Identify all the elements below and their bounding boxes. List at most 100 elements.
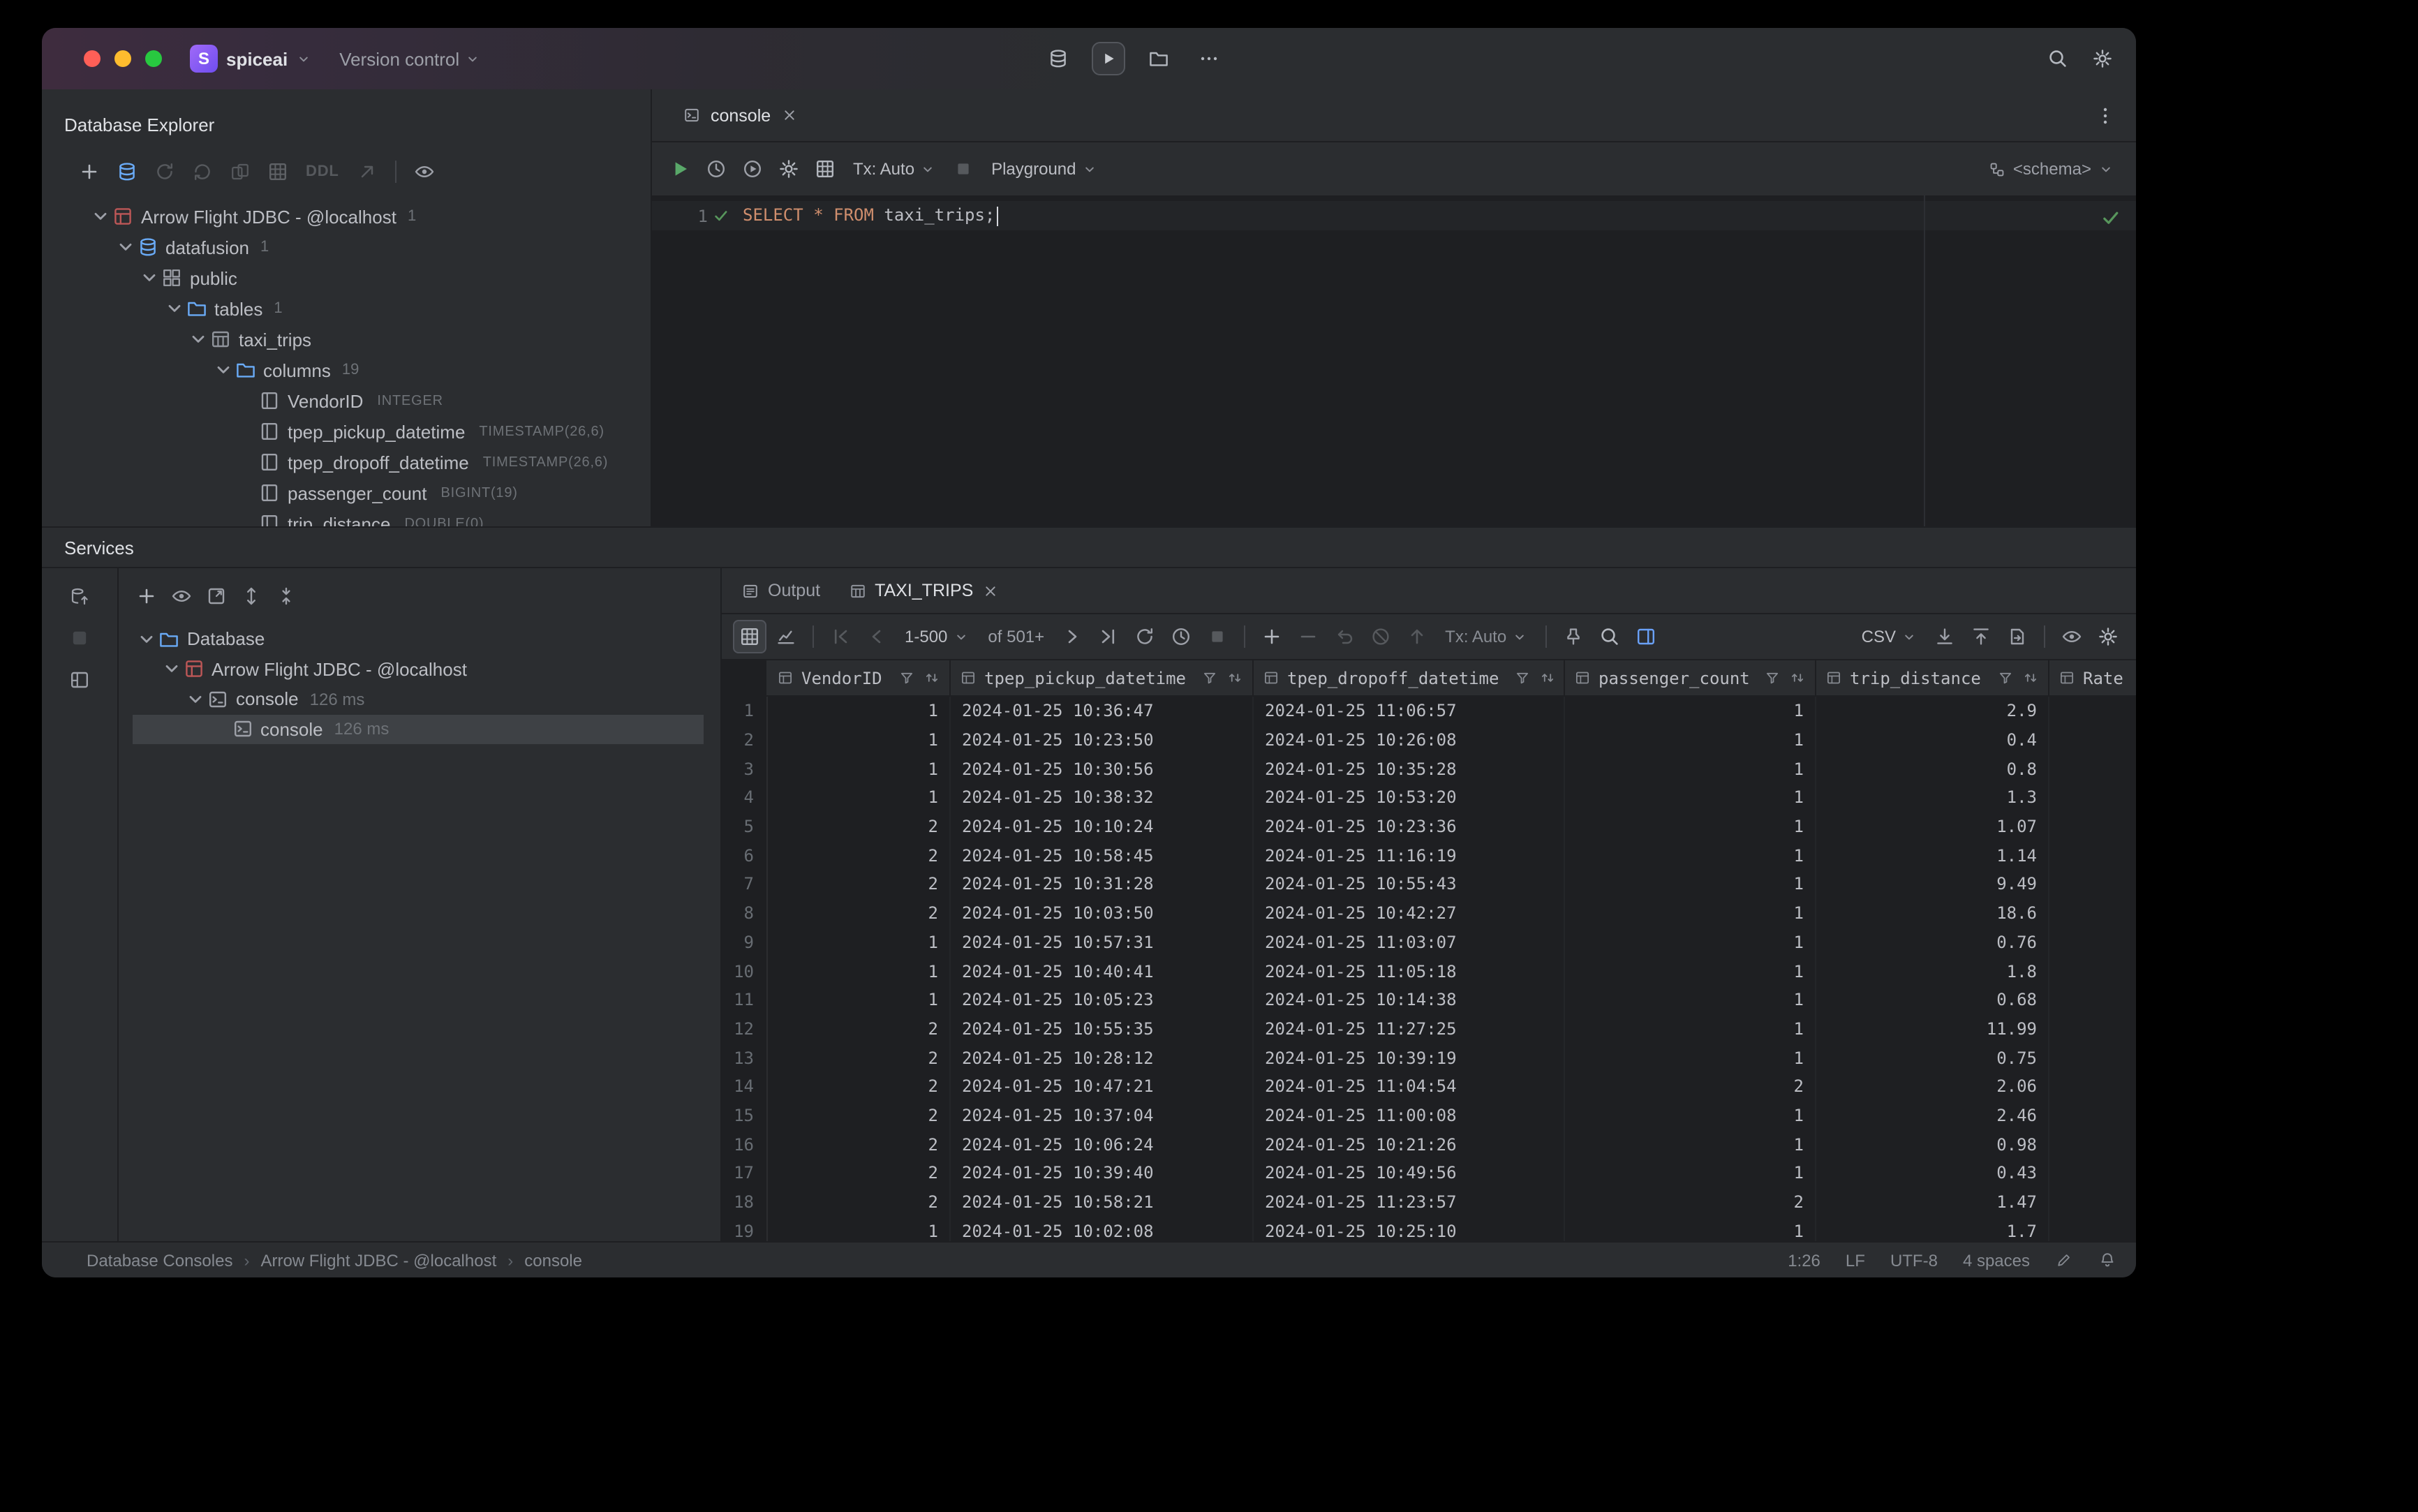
cancel-icon[interactable] — [1364, 620, 1397, 653]
ddl-button[interactable]: DDL — [299, 163, 346, 180]
column-header-vendorid[interactable]: VendorID — [768, 660, 951, 695]
view-options-icon[interactable] — [2055, 620, 2089, 653]
cell-vendorid[interactable]: 2 — [768, 1014, 951, 1044]
cell-vendorid[interactable]: 2 — [768, 870, 951, 899]
cell-rate[interactable] — [2049, 725, 2136, 754]
db-tree-item[interactable]: datafusion 1 — [42, 232, 651, 262]
search-everywhere-icon[interactable] — [2041, 42, 2075, 75]
db-tree-item[interactable]: passenger_count BIGINT(19) — [42, 477, 651, 508]
cell-vendorid[interactable]: 1 — [768, 725, 951, 755]
cell-tpep_dropoff_datetime[interactable]: 2024-01-25 11:06:57 — [1254, 697, 1565, 726]
cell-vendorid[interactable]: 2 — [768, 1187, 951, 1217]
cell-tpep_dropoff_datetime[interactable]: 2024-01-25 10:23:36 — [1254, 812, 1565, 841]
chevron-down-icon[interactable] — [160, 658, 182, 681]
cell-trip_distance[interactable]: 1.47 — [1816, 1187, 2049, 1217]
delete-row-icon[interactable] — [1291, 620, 1325, 653]
cell-rate[interactable] — [2049, 1101, 2136, 1129]
cell-passenger_count[interactable]: 1 — [1565, 697, 1816, 726]
row-number[interactable]: 17 — [722, 1159, 768, 1188]
db-tree-item[interactable]: trip_distance DOUBLE(0) — [42, 508, 651, 526]
cell-rate[interactable] — [2049, 986, 2136, 1014]
cell-tpep_dropoff_datetime[interactable]: 2024-01-25 11:05:18 — [1254, 956, 1565, 986]
grid-tx-dropdown[interactable]: Tx: Auto — [1437, 620, 1536, 653]
zoom-window-button[interactable] — [145, 50, 162, 67]
cell-tpep_pickup_datetime[interactable]: 2024-01-25 10:37:04 — [951, 1101, 1254, 1130]
cell-tpep_dropoff_datetime[interactable]: 2024-01-25 10:25:10 — [1254, 1216, 1565, 1241]
chart-view-icon[interactable] — [769, 620, 803, 653]
tool-window-layout-icon[interactable] — [63, 663, 96, 697]
cell-tpep_dropoff_datetime[interactable]: 2024-01-25 10:53:20 — [1254, 783, 1565, 813]
stop-icon[interactable] — [1201, 620, 1234, 653]
view-options-icon[interactable] — [408, 155, 441, 188]
row-number[interactable]: 6 — [722, 840, 768, 870]
cell-tpep_dropoff_datetime[interactable]: 2024-01-25 10:55:43 — [1254, 870, 1565, 899]
column-header-trip_distance[interactable]: trip_distance — [1816, 660, 2049, 695]
project-widget[interactable]: S spiceai — [190, 45, 311, 73]
tx-mode-dropdown[interactable]: Tx: Auto — [845, 152, 944, 186]
cell-vendorid[interactable]: 1 — [768, 1216, 951, 1241]
close-tab-icon[interactable] — [780, 106, 799, 124]
execution-time-icon[interactable] — [1164, 620, 1198, 653]
row-number[interactable]: 11 — [722, 985, 768, 1015]
row-number[interactable]: 7 — [722, 870, 768, 899]
cell-vendorid[interactable]: 1 — [768, 783, 951, 813]
view-options-icon[interactable] — [165, 579, 198, 613]
cell-passenger_count[interactable]: 1 — [1565, 812, 1816, 841]
results-tab-taxi-trips[interactable]: TAXI_TRIPS — [834, 568, 1014, 613]
cell-tpep_pickup_datetime[interactable]: 2024-01-25 10:05:23 — [951, 985, 1254, 1015]
cell-trip_distance[interactable]: 0.4 — [1816, 725, 2049, 755]
cell-trip_distance[interactable]: 2.46 — [1816, 1101, 2049, 1130]
cell-tpep_dropoff_datetime[interactable]: 2024-01-25 10:26:08 — [1254, 725, 1565, 755]
execute-icon[interactable] — [663, 152, 697, 186]
cell-trip_distance[interactable]: 18.6 — [1816, 898, 2049, 928]
cell-passenger_count[interactable]: 1 — [1565, 1129, 1816, 1159]
cell-vendorid[interactable]: 2 — [768, 1043, 951, 1072]
table-view-icon[interactable] — [733, 620, 766, 653]
cell-rate[interactable] — [2049, 1130, 2136, 1159]
services-tree-item[interactable]: console 126 ms — [119, 684, 720, 714]
cell-trip_distance[interactable]: 1.8 — [1816, 956, 2049, 986]
database-changes-icon[interactable] — [63, 579, 96, 613]
db-tree-item[interactable]: columns 19 — [42, 355, 651, 385]
breadcrumb-item[interactable]: Database Consoles — [87, 1250, 232, 1270]
sync-icon[interactable] — [186, 155, 219, 188]
expand-all-icon[interactable] — [235, 579, 268, 613]
line-ending[interactable]: LF — [1846, 1250, 1865, 1270]
filter-icon[interactable] — [1513, 669, 1531, 687]
services-tree-item[interactable]: Database — [119, 624, 720, 654]
first-page-icon[interactable] — [824, 620, 857, 653]
db-tree-item[interactable]: tpep_dropoff_datetime TIMESTAMP(26,6) — [42, 447, 651, 477]
new-item-icon[interactable] — [73, 155, 106, 188]
filter-icon[interactable] — [1201, 669, 1219, 687]
caret-position[interactable]: 1:26 — [1788, 1250, 1820, 1270]
row-number[interactable]: 9 — [722, 928, 768, 957]
refresh-icon[interactable] — [148, 155, 181, 188]
cell-vendorid[interactable]: 1 — [768, 754, 951, 784]
filter-icon[interactable] — [1996, 669, 2015, 687]
next-page-icon[interactable] — [1055, 620, 1089, 653]
cell-tpep_pickup_datetime[interactable]: 2024-01-25 10:03:50 — [951, 898, 1254, 928]
cell-trip_distance[interactable]: 0.98 — [1816, 1129, 2049, 1159]
cell-tpep_pickup_datetime[interactable]: 2024-01-25 10:57:31 — [951, 928, 1254, 957]
cell-rate[interactable] — [2049, 956, 2136, 985]
cell-tpep_dropoff_datetime[interactable]: 2024-01-25 11:04:54 — [1254, 1072, 1565, 1102]
cell-tpep_pickup_datetime[interactable]: 2024-01-25 10:06:24 — [951, 1129, 1254, 1159]
grid-corner-cell[interactable] — [722, 660, 768, 695]
cell-tpep_dropoff_datetime[interactable]: 2024-01-25 11:16:19 — [1254, 840, 1565, 870]
file-encoding[interactable]: UTF-8 — [1890, 1250, 1938, 1270]
cell-vendorid[interactable]: 2 — [768, 1101, 951, 1130]
chevron-down-icon[interactable] — [114, 236, 136, 258]
cell-rate[interactable] — [2049, 928, 2136, 956]
cell-passenger_count[interactable]: 1 — [1565, 898, 1816, 928]
cell-passenger_count[interactable]: 1 — [1565, 783, 1816, 813]
minimize-window-button[interactable] — [114, 50, 131, 67]
cell-tpep_dropoff_datetime[interactable]: 2024-01-25 11:00:08 — [1254, 1101, 1565, 1130]
database-tool-icon[interactable] — [1041, 42, 1075, 75]
cell-tpep_dropoff_datetime[interactable]: 2024-01-25 10:39:19 — [1254, 1043, 1565, 1072]
collapse-all-icon[interactable] — [269, 579, 303, 613]
row-number[interactable]: 19 — [722, 1216, 768, 1241]
data-source-icon[interactable] — [110, 155, 144, 188]
cell-rate[interactable] — [2049, 1044, 2136, 1072]
table-view-icon[interactable] — [261, 155, 295, 188]
close-tab-icon[interactable] — [981, 581, 1000, 600]
